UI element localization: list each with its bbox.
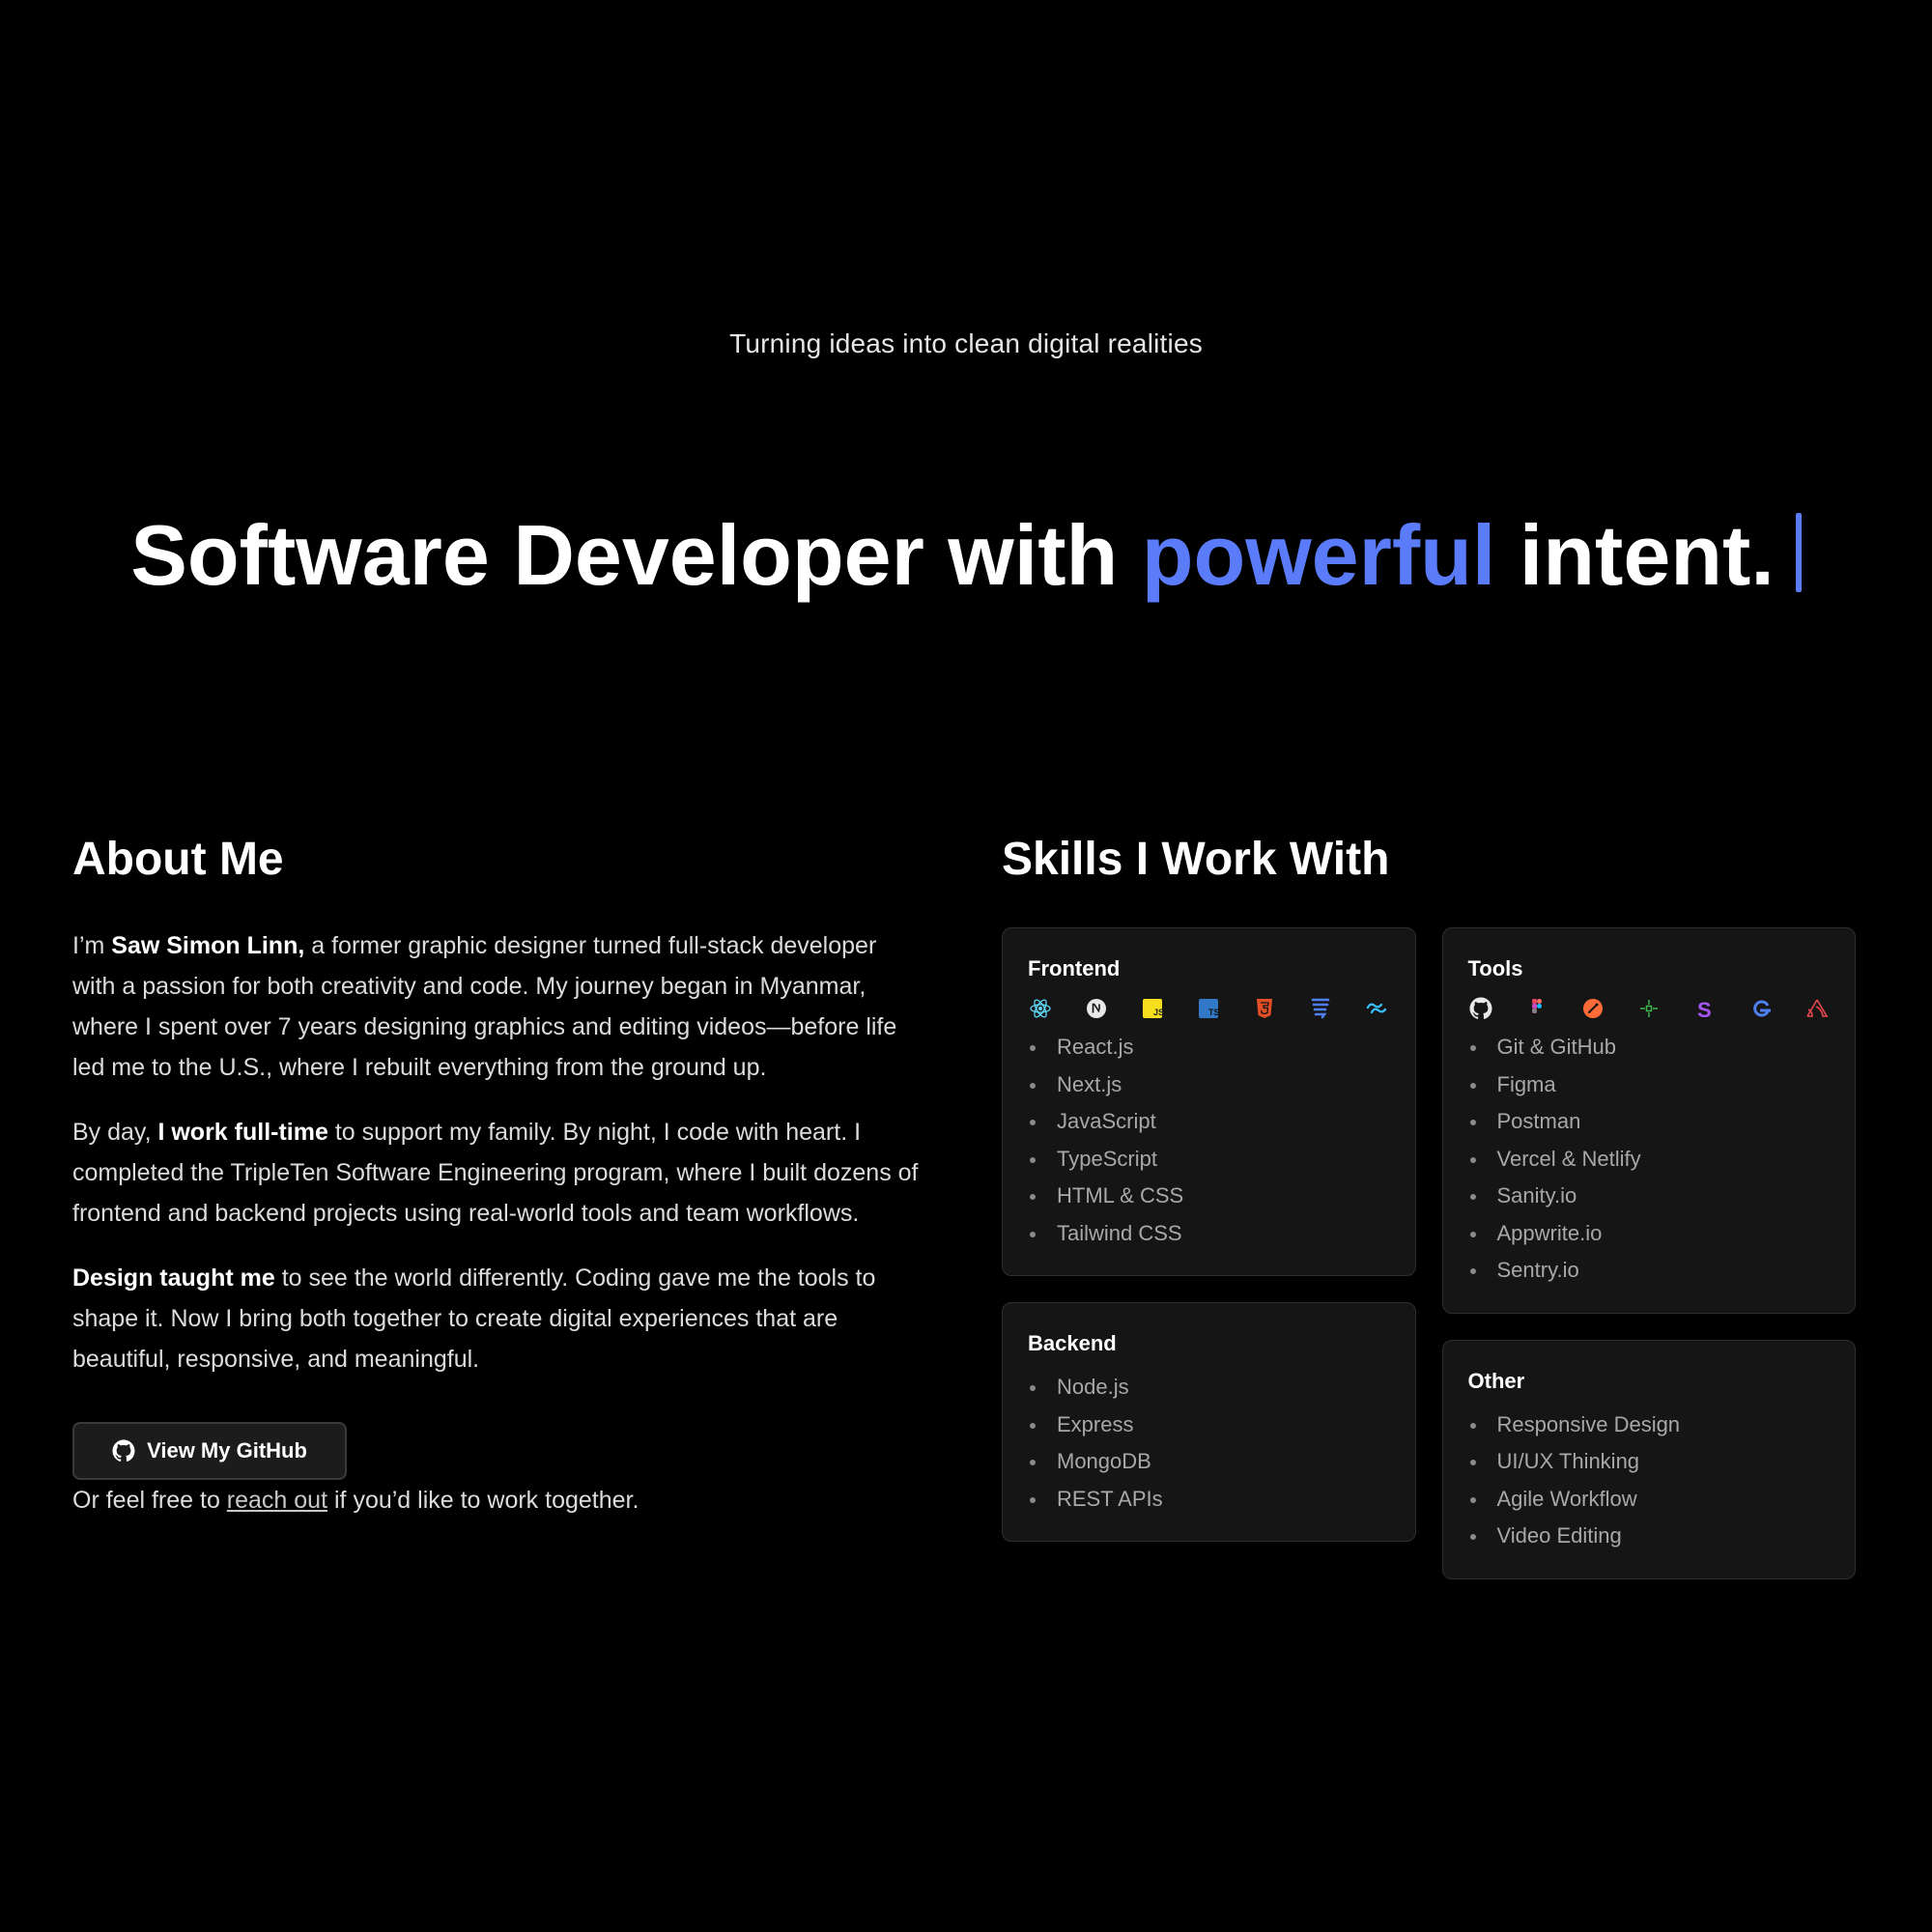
svg-text:S: S <box>1697 998 1712 1020</box>
appwrite-icon <box>1748 996 1774 1021</box>
svg-text:JS: JS <box>1153 1008 1164 1017</box>
javascript-icon: JS <box>1140 996 1165 1021</box>
hero-title-part1: Software Developer with <box>130 507 1142 603</box>
github-icon <box>1468 996 1493 1021</box>
github-icon <box>112 1439 135 1463</box>
list-item: HTML & CSS <box>1028 1178 1390 1215</box>
frontend-title: Frontend <box>1028 956 1121 980</box>
about-title: About Me <box>72 834 284 885</box>
list-item: TypeScript <box>1028 1141 1390 1179</box>
list-item: Git & GitHub <box>1468 1029 1831 1066</box>
list-item: Responsive Design <box>1468 1406 1831 1444</box>
list-item: Sentry.io <box>1468 1252 1831 1290</box>
about-paragraph-2: By day, I work full-time to support my f… <box>72 1112 923 1234</box>
react-icon <box>1028 996 1053 1021</box>
reach-text-b: if you’d like to work together. <box>327 1487 639 1514</box>
other-list: Responsive Design UI/UX Thinking Agile W… <box>1468 1406 1831 1555</box>
reach-text-a: Or feel free to <box>72 1487 227 1514</box>
list-item: JavaScript <box>1028 1103 1390 1141</box>
hero-title: Software Developer with powerful intent. <box>0 507 1932 604</box>
tools-card: Tools S Git & GitHub Figma Postman Verce… <box>1441 927 1856 1314</box>
list-item: Tailwind CSS <box>1028 1215 1390 1253</box>
css3-icon <box>1308 996 1333 1021</box>
list-item: REST APIs <box>1028 1481 1390 1519</box>
list-item: Vercel & Netlify <box>1468 1141 1831 1179</box>
list-item: Appwrite.io <box>1468 1215 1831 1253</box>
other-title: Other <box>1467 1368 1525 1393</box>
hero-tagline: Turning ideas into clean digital realiti… <box>729 328 1203 358</box>
list-item: Agile Workflow <box>1468 1481 1831 1519</box>
skills-column-left: Frontend JS TS React.js Next.js JavaScri… <box>1002 927 1416 1579</box>
list-item: Express <box>1028 1406 1390 1444</box>
frontend-list: React.js Next.js JavaScript TypeScript H… <box>1028 1029 1390 1252</box>
html5-icon <box>1252 996 1277 1021</box>
reach-out-text: Or feel free to reach out if you’d like … <box>72 1480 923 1520</box>
tools-icons: S <box>1468 996 1831 1021</box>
other-card: Other Responsive Design UI/UX Thinking A… <box>1441 1339 1856 1579</box>
figma-icon <box>1524 996 1549 1021</box>
tools-list: Git & GitHub Figma Postman Vercel & Netl… <box>1468 1029 1831 1290</box>
sanity-icon: S <box>1692 996 1718 1021</box>
list-item: Node.js <box>1028 1369 1390 1406</box>
list-item: Figma <box>1468 1066 1831 1104</box>
backend-list: Node.js Express MongoDB REST APIs <box>1028 1369 1390 1518</box>
nextjs-icon <box>1084 996 1109 1021</box>
typescript-icon: TS <box>1196 996 1221 1021</box>
about-p3-bold: Design taught me <box>72 1264 275 1292</box>
about-p1-text-a: I’m <box>72 932 112 959</box>
about-p2-bold: I work full-time <box>157 1119 328 1146</box>
tools-title: Tools <box>1467 956 1523 980</box>
frontend-card: Frontend JS TS React.js Next.js JavaScri… <box>1002 927 1416 1276</box>
hero-title-part2: intent. <box>1495 507 1775 603</box>
about-p2-text-a: By day, <box>72 1119 158 1146</box>
tailwind-icon <box>1364 996 1389 1021</box>
view-github-button[interactable]: View My GitHub <box>72 1422 347 1480</box>
hero-title-accent: powerful <box>1141 507 1496 603</box>
reach-out-link[interactable]: reach out <box>227 1487 327 1514</box>
list-item: Video Editing <box>1468 1518 1831 1555</box>
typing-cursor <box>1795 513 1802 592</box>
svg-text:TS: TS <box>1208 1008 1220 1017</box>
skills-column-right: Tools S Git & GitHub Figma Postman Verce… <box>1441 927 1856 1579</box>
list-item: MongoDB <box>1028 1443 1390 1481</box>
backend-card: Backend Node.js Express MongoDB REST API… <box>1002 1302 1416 1542</box>
list-item: Sanity.io <box>1468 1178 1831 1215</box>
postman-icon <box>1580 996 1605 1021</box>
about-p1-name: Saw Simon Linn, <box>111 932 305 959</box>
netlify-icon <box>1636 996 1662 1021</box>
list-item: React.js <box>1028 1029 1390 1066</box>
list-item: UI/UX Thinking <box>1468 1443 1831 1481</box>
about-paragraph-1: I’m Saw Simon Linn, a former graphic des… <box>72 925 923 1088</box>
skills-section: Skills I Work With Frontend JS TS React.… <box>1002 833 1856 1579</box>
backend-title: Backend <box>1028 1331 1117 1355</box>
about-section: About Me I’m Saw Simon Linn, a former gr… <box>72 833 923 1520</box>
list-item: Next.js <box>1028 1066 1390 1104</box>
view-github-label: View My GitHub <box>147 1438 307 1463</box>
list-item: Postman <box>1468 1103 1831 1141</box>
sentry-icon <box>1804 996 1830 1021</box>
skills-title: Skills I Work With <box>1002 834 1390 885</box>
frontend-icons: JS TS <box>1028 996 1390 1021</box>
about-paragraph-3: Design taught me to see the world differ… <box>72 1258 923 1379</box>
